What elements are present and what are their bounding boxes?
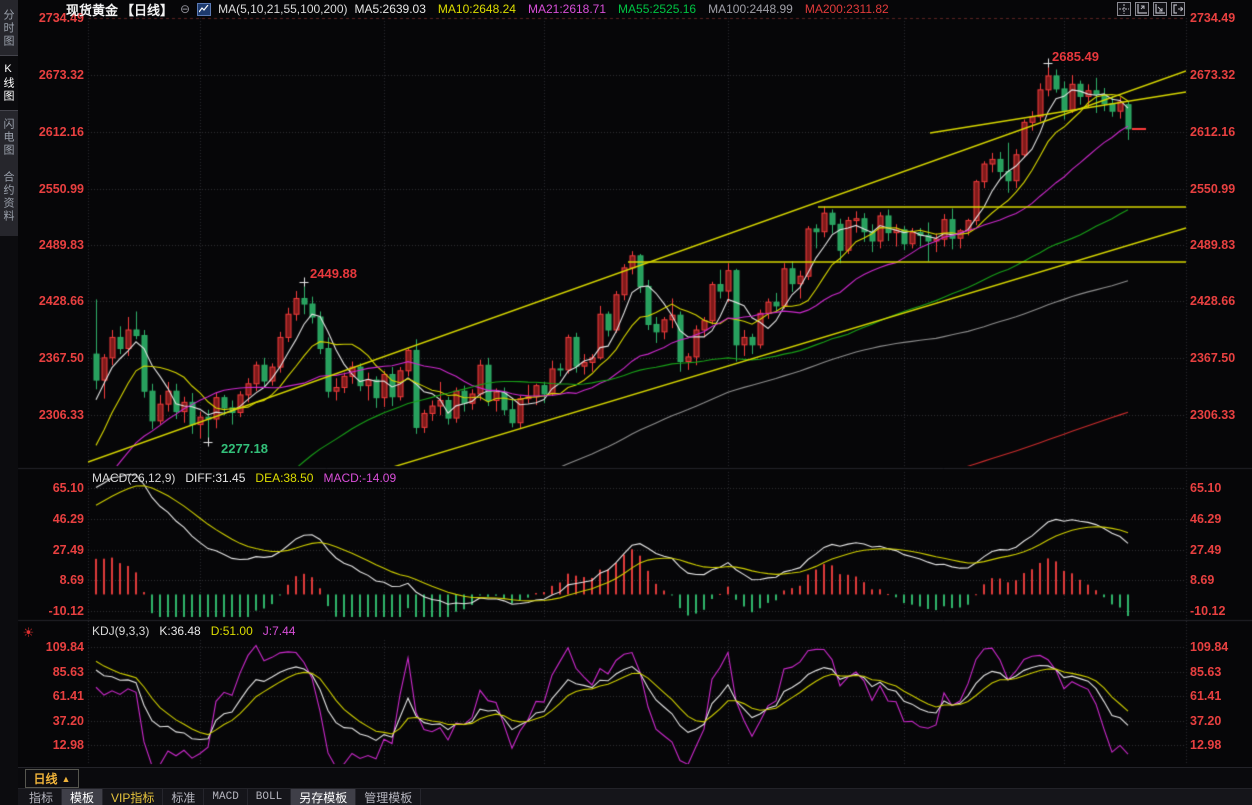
axis-label: 61.41 bbox=[1190, 689, 1221, 703]
axis-label: 27.49 bbox=[18, 543, 84, 557]
ma-params-label: MA(5,10,21,55,100,200) bbox=[218, 2, 347, 16]
axis-label: 85.63 bbox=[18, 665, 84, 679]
axis-zoom-out-icon[interactable] bbox=[1153, 2, 1167, 16]
axis-label: 2367.50 bbox=[1190, 351, 1235, 365]
axis-label: 65.10 bbox=[18, 481, 84, 495]
axis-label: 2612.16 bbox=[1190, 125, 1235, 139]
chart-header: 现货黄金 【日线】 ⊖ MA(5,10,21,55,100,200) MA5:2… bbox=[66, 1, 889, 17]
axis-label: 46.29 bbox=[1190, 512, 1221, 526]
axis-label: 2550.99 bbox=[1190, 182, 1235, 196]
xaxis-band bbox=[18, 767, 1252, 789]
ma-value-4: MA55:2525.16 bbox=[618, 2, 696, 16]
sidebar-tab-3[interactable]: 闪电图 bbox=[0, 111, 18, 164]
axis-label: 65.10 bbox=[1190, 481, 1221, 495]
kdj-title: KDJ(9,3,3) bbox=[92, 624, 149, 638]
bottom-tab-7[interactable]: 另存模板 bbox=[291, 789, 356, 805]
axis-label: 2306.33 bbox=[1190, 408, 1235, 422]
bottom-tab-1[interactable]: 指标 bbox=[21, 789, 62, 805]
ma-value-2: MA10:2648.24 bbox=[438, 2, 516, 16]
ma-value-1: MA5:2639.03 bbox=[355, 2, 426, 16]
macd-dea-value: DEA:38.50 bbox=[255, 471, 313, 485]
bottom-tab-3[interactable]: VIP指标 bbox=[103, 789, 163, 805]
macd-title: MACD(26,12,9) bbox=[92, 471, 175, 485]
sidebar-tab-2[interactable]: K线图 bbox=[0, 55, 18, 111]
macd-header-row: MACD(26,12,9) DIFF:31.45 DEA:38.50 MACD:… bbox=[92, 471, 396, 485]
bottom-tab-4[interactable]: 标准 bbox=[163, 789, 204, 805]
price-annotation-1: 2685.49 bbox=[1052, 49, 1099, 64]
kdj-settings-icon[interactable]: ☀ bbox=[21, 625, 36, 640]
sidebar-tab-list: 分时图K线图闪电图合约资料 bbox=[0, 0, 18, 236]
macd-diff-value: DIFF:31.45 bbox=[185, 471, 245, 485]
axis-label: 2306.33 bbox=[18, 408, 84, 422]
trading-terminal: 分时图K线图闪电图合约资料 现货黄金 【日线】 ⊖ MA(5,10,21,55,… bbox=[0, 0, 1252, 805]
left-sidebar: 分时图K线图闪电图合约资料 bbox=[0, 0, 18, 805]
macd-macd-value: MACD:-14.09 bbox=[323, 471, 396, 485]
kdj-header-row: KDJ(9,3,3) K:36.48 D:51.00 J:7.44 bbox=[92, 624, 295, 638]
axis-label: 61.41 bbox=[18, 689, 84, 703]
collapse-icon[interactable]: ⊖ bbox=[180, 3, 190, 15]
pan-move-icon[interactable] bbox=[1117, 2, 1131, 16]
axis-label: 2612.16 bbox=[18, 125, 84, 139]
axis-zoom-in-icon[interactable] bbox=[1135, 2, 1149, 16]
ma-value-6: MA200:2311.82 bbox=[805, 2, 889, 16]
axis-label: -10.12 bbox=[1190, 604, 1225, 618]
axis-label: 12.98 bbox=[1190, 738, 1221, 752]
price-annotation-2: 2449.88 bbox=[310, 266, 357, 281]
axis-label: 109.84 bbox=[1190, 640, 1228, 654]
axis-label: 27.49 bbox=[1190, 543, 1221, 557]
candlestick-mini-icon[interactable] bbox=[197, 3, 211, 16]
ma-value-list: MA5:2639.03 MA10:2648.24 MA21:2618.71 MA55:… bbox=[355, 2, 889, 16]
axis-label: -10.12 bbox=[18, 604, 84, 618]
axis-label: 8.69 bbox=[1190, 573, 1214, 587]
bottom-tab-6[interactable]: BOLL bbox=[248, 789, 291, 805]
axis-label: 12.98 bbox=[18, 738, 84, 752]
ma-value-3: MA21:2618.71 bbox=[528, 2, 606, 16]
symbol-name: 现货黄金 bbox=[66, 0, 118, 19]
indicator-tabbar: 指标模板VIP指标标准MACDBOLL另存模板管理模板 bbox=[18, 789, 1252, 805]
axis-label: 46.29 bbox=[18, 512, 84, 526]
bottom-tab-2[interactable]: 模板 bbox=[62, 789, 103, 805]
axis-label: 2550.99 bbox=[18, 182, 84, 196]
chart-toolbar bbox=[1117, 2, 1185, 16]
ma-value-5: MA100:2448.99 bbox=[708, 2, 793, 16]
axis-label: 2367.50 bbox=[18, 351, 84, 365]
axis-label: 2428.66 bbox=[18, 294, 84, 308]
kdj-d-value: D:51.00 bbox=[211, 624, 253, 638]
axis-label: 2734.49 bbox=[1190, 11, 1235, 25]
period-tag: 【日线】 bbox=[121, 0, 173, 19]
axis-label: 2489.83 bbox=[1190, 238, 1235, 252]
axis-label: 8.69 bbox=[18, 573, 84, 587]
axis-label: 2673.32 bbox=[18, 68, 84, 82]
axis-label: 2428.66 bbox=[1190, 294, 1235, 308]
triangle-up-icon: ▲ bbox=[62, 774, 71, 784]
sidebar-tab-1[interactable]: 分时图 bbox=[0, 2, 18, 55]
period-selector-label: 日线 bbox=[34, 770, 58, 787]
kline-chart-canvas[interactable] bbox=[0, 0, 1252, 805]
bottom-tab-5[interactable]: MACD bbox=[204, 789, 247, 805]
exit-panel-icon[interactable] bbox=[1171, 2, 1185, 16]
sidebar-tab-4[interactable]: 合约资料 bbox=[0, 164, 18, 230]
axis-label: 85.63 bbox=[1190, 665, 1221, 679]
axis-label: 37.20 bbox=[18, 714, 84, 728]
kdj-j-value: J:7.44 bbox=[263, 624, 296, 638]
axis-label: 2489.83 bbox=[18, 238, 84, 252]
axis-label: 2673.32 bbox=[1190, 68, 1235, 82]
bottom-tab-8[interactable]: 管理模板 bbox=[356, 789, 421, 805]
kdj-k-value: K:36.48 bbox=[159, 624, 200, 638]
price-annotation-3: 2277.18 bbox=[221, 441, 268, 456]
period-selector[interactable]: 日线 ▲ bbox=[25, 769, 79, 788]
axis-label: 109.84 bbox=[18, 640, 84, 654]
axis-label: 37.20 bbox=[1190, 714, 1221, 728]
